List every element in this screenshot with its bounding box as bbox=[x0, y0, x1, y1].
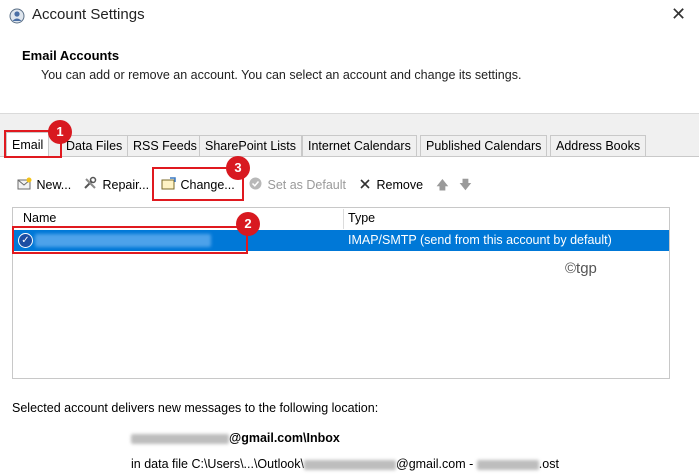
step-badge-1: 1 bbox=[48, 120, 72, 144]
tab-published-calendars[interactable]: Published Calendars bbox=[420, 135, 548, 156]
tab-rss-feeds[interactable]: RSS Feeds bbox=[127, 135, 203, 156]
move-up-icon[interactable]: 🡅 bbox=[436, 175, 449, 195]
title-bar: Account Settings ✕ bbox=[0, 0, 699, 32]
highlight-account-row bbox=[12, 226, 248, 254]
repair-label: Repair... bbox=[102, 178, 150, 192]
move-down-icon[interactable]: 🡇 bbox=[459, 175, 472, 195]
repair-button[interactable]: Repair... bbox=[82, 175, 149, 195]
inbox-path: @gmail.com\Inbox bbox=[131, 431, 340, 445]
set-as-default-label: Set as Default bbox=[267, 178, 346, 192]
redacted-file-user bbox=[304, 459, 396, 470]
data-file-middle: @gmail.com - bbox=[396, 457, 477, 471]
step-badge-2: 2 bbox=[236, 212, 260, 236]
column-header-type[interactable]: Type bbox=[348, 208, 375, 229]
checkmark-circle-icon bbox=[247, 176, 264, 196]
data-file-prefix: in data file C:\Users\...\Outlook\ bbox=[131, 457, 304, 471]
account-settings-icon bbox=[9, 8, 25, 24]
step-badge-3: 3 bbox=[226, 156, 250, 180]
new-email-icon bbox=[16, 176, 33, 196]
inbox-suffix: @gmail.com\Inbox bbox=[229, 431, 340, 445]
new-account-button[interactable]: New... bbox=[16, 175, 71, 195]
watermark: ©tgp bbox=[565, 260, 597, 277]
delivery-location-label: Selected account delivers new messages t… bbox=[12, 401, 379, 415]
remove-label: Remove bbox=[376, 178, 424, 192]
new-account-label: New... bbox=[36, 178, 72, 192]
account-type: IMAP/SMTP (send from this account by def… bbox=[348, 233, 612, 247]
data-file-suffix: .ost bbox=[538, 457, 559, 471]
close-icon[interactable]: ✕ bbox=[671, 4, 686, 25]
repair-tools-icon bbox=[82, 176, 99, 196]
tab-address-books[interactable]: Address Books bbox=[550, 135, 647, 156]
tab-sharepoint-lists[interactable]: SharePoint Lists bbox=[199, 135, 303, 156]
section-heading: Email Accounts bbox=[22, 48, 120, 63]
redacted-file-name bbox=[476, 459, 539, 470]
set-as-default-button[interactable]: Set as Default bbox=[247, 175, 346, 195]
remove-x-icon bbox=[356, 176, 373, 196]
window-title: Account Settings bbox=[32, 6, 145, 23]
section-description: You can add or remove an account. You ca… bbox=[41, 68, 522, 82]
tab-internet-calendars[interactable]: Internet Calendars bbox=[302, 135, 417, 156]
remove-button[interactable]: Remove bbox=[356, 175, 423, 195]
redacted-email-user bbox=[131, 433, 229, 444]
column-separator bbox=[343, 209, 344, 229]
data-file-path: in data file C:\Users\...\Outlook\ @gmail… bbox=[131, 457, 559, 471]
